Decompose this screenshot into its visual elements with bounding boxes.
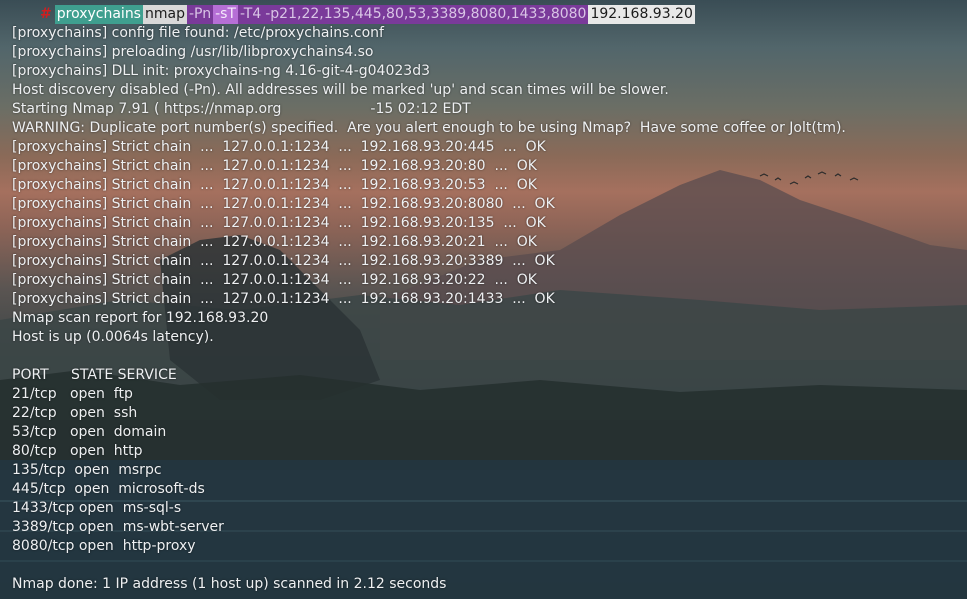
- output-line: [proxychains] Strict chain ... 127.0.0.1…: [12, 272, 537, 288]
- output-line: Nmap scan report for 192.168.93.20: [12, 310, 269, 326]
- output-line: 8080/tcp open http-proxy: [12, 538, 196, 554]
- output-line: Host is up (0.0064s latency).: [12, 329, 214, 345]
- output-line: Host discovery disabled (-Pn). All addre…: [12, 82, 669, 98]
- output-line: [proxychains] DLL init: proxychains-ng 4…: [12, 63, 430, 79]
- option-pn: -Pn: [186, 5, 214, 24]
- output-line: [proxychains] Strict chain ... 127.0.0.1…: [12, 177, 537, 193]
- output-line: [proxychains] preloading /usr/lib/libpro…: [12, 44, 374, 60]
- output-line: WARNING: Duplicate port number(s) specif…: [12, 120, 846, 136]
- output-line: 80/tcp open http: [12, 443, 143, 459]
- terminal-window[interactable]: # proxychains nmap -Pn -sT -T4 -p21,22,1…: [0, 0, 967, 599]
- output-line: [proxychains] config file found: /etc/pr…: [12, 25, 384, 41]
- output-line: 22/tcp open ssh: [12, 405, 138, 421]
- output-line: Nmap done: 1 IP address (1 host up) scan…: [12, 576, 447, 592]
- output-line: [proxychains] Strict chain ... 127.0.0.1…: [12, 253, 555, 269]
- output-line: [proxychains] Strict chain ... 127.0.0.1…: [12, 196, 555, 212]
- option-ports: -p21,22,135,445,80,53,3389,8080,1433,808…: [263, 5, 589, 24]
- output-line: [proxychains] Strict chain ... 127.0.0.1…: [12, 215, 546, 231]
- root-prompt-symbol: #: [40, 6, 52, 22]
- output-line: 135/tcp open msrpc: [12, 462, 162, 478]
- output-line: 445/tcp open microsoft-ds: [12, 481, 205, 497]
- output-line: [proxychains] Strict chain ... 127.0.0.1…: [12, 139, 546, 155]
- output-line: 1433/tcp open ms-sql-s: [12, 500, 182, 516]
- command-prompt[interactable]: # proxychains nmap -Pn -sT -T4 -p21,22,1…: [40, 5, 695, 24]
- option-t4: -T4: [238, 5, 264, 24]
- command-proxychains: proxychains: [54, 5, 143, 24]
- output-line: 3389/tcp open ms-wbt-server: [12, 519, 224, 535]
- output-line: [proxychains] Strict chain ... 127.0.0.1…: [12, 234, 537, 250]
- output-line: Starting Nmap 7.91 ( https://nmap.org -1…: [12, 101, 471, 117]
- output-line: [proxychains] Strict chain ... 127.0.0.1…: [12, 158, 537, 174]
- output-line: 53/tcp open domain: [12, 424, 167, 440]
- target-ip: 192.168.93.20: [588, 5, 695, 24]
- output-line: PORT STATE SERVICE: [12, 367, 177, 383]
- option-st: -sT: [213, 5, 238, 24]
- output-line: [proxychains] Strict chain ... 127.0.0.1…: [12, 291, 555, 307]
- command-nmap: nmap: [142, 5, 187, 24]
- output-line: 21/tcp open ftp: [12, 386, 133, 402]
